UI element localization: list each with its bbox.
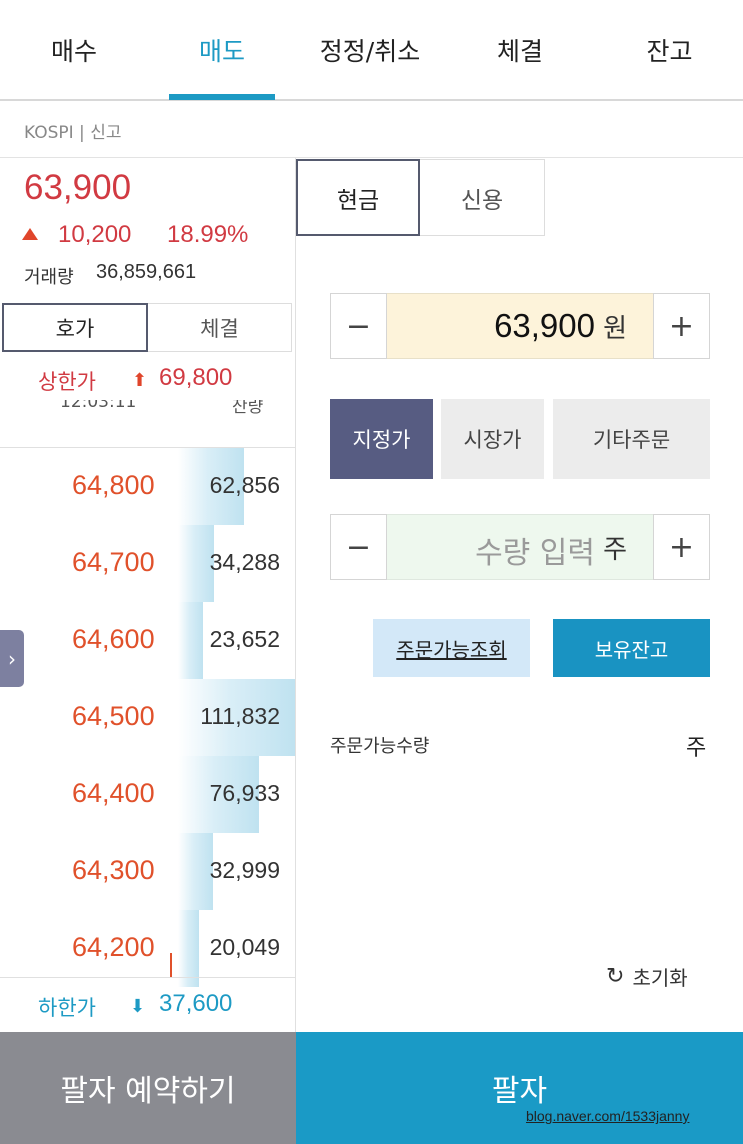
tab-buy[interactable]: 매수 <box>0 0 148 99</box>
order-tabs: 매수 매도 정정/취소 체결 잔고 <box>0 0 743 101</box>
quantity-unit: 주 <box>603 535 627 565</box>
holdings-button[interactable]: 보유잔고 <box>553 619 710 677</box>
current-price-marker <box>170 953 172 977</box>
chevron-right-icon: › <box>8 646 16 671</box>
up-triangle-icon <box>22 228 38 240</box>
ask-price: 64,600 <box>72 624 155 654</box>
ask-price: 64,200 <box>72 932 155 962</box>
change-rate: 18.99% <box>167 221 249 248</box>
divider <box>0 977 295 978</box>
reserve-sell-button[interactable]: 팔자 예약하기 <box>0 1032 296 1144</box>
price-increase-button[interactable]: + <box>653 293 710 359</box>
ask-price: 64,400 <box>72 778 155 808</box>
available-qty-label: 주문가능수량 <box>330 736 430 757</box>
upper-limit-label: 상한가 <box>38 370 96 394</box>
reset-button[interactable]: ↻ 초기화 <box>606 962 688 990</box>
ask-price: 64,800 <box>72 470 155 500</box>
quantity-stepper: − 수량 입력 주 + <box>330 514 710 580</box>
tab-modify-cancel[interactable]: 정정/취소 <box>296 0 444 99</box>
ask-qty: 62,856 <box>209 472 280 498</box>
book-remaining-label: 잔량 <box>232 400 264 414</box>
ask-price: 64,300 <box>72 855 155 885</box>
ask-qty: 23,652 <box>209 626 280 652</box>
book-tabs: 호가 체결 <box>2 303 292 352</box>
qty-decrease-button[interactable]: − <box>330 514 387 580</box>
qty-bar <box>178 602 203 679</box>
ask-row[interactable]: 64,400 76,933 <box>0 756 295 833</box>
market-label: KOSPI | 신고 <box>24 123 122 143</box>
available-qty-unit: 주 <box>686 736 707 761</box>
order-type-market[interactable]: 시장가 <box>441 399 544 479</box>
ask-price: 64,500 <box>72 701 155 731</box>
side-panel-toggle[interactable]: › <box>0 630 24 687</box>
volume-label: 거래량 <box>24 267 74 288</box>
current-price: 63,900 <box>24 168 132 207</box>
price-stepper: − 63,900 원 + <box>330 293 710 359</box>
sell-button[interactable]: 팔자 <box>296 1032 743 1144</box>
ask-row[interactable]: 64,300 32,999 <box>0 833 295 910</box>
watermark: blog.naver.com/1533janny <box>526 1108 690 1124</box>
price-input-value: 63,900 <box>494 307 595 344</box>
ask-row[interactable]: 64,600 23,652 <box>0 602 295 679</box>
tab-sell[interactable]: 매도 <box>148 0 296 99</box>
order-type-other[interactable]: 기타주문 <box>553 399 710 479</box>
arrow-up-icon: ⬆ <box>132 370 148 391</box>
ask-qty: 20,049 <box>209 934 280 960</box>
ask-qty: 32,999 <box>209 857 280 883</box>
qty-bar <box>178 910 199 987</box>
tab-trades[interactable]: 체결 <box>148 303 292 352</box>
tab-balance[interactable]: 잔고 <box>596 0 743 99</box>
tab-cash[interactable]: 현금 <box>296 159 420 236</box>
price-input[interactable]: 63,900 원 <box>387 293 653 359</box>
tab-executions[interactable]: 체결 <box>444 0 596 99</box>
qty-increase-button[interactable]: + <box>653 514 710 580</box>
ask-qty: 111,832 <box>200 703 280 729</box>
book-header-row: 12:03:11 잔량 <box>60 400 290 414</box>
tab-order-book[interactable]: 호가 <box>2 303 148 352</box>
upper-limit-value: 69,800 <box>159 364 233 391</box>
payment-tabs: 현금 신용 <box>296 159 545 236</box>
arrow-down-icon: ⬇ <box>130 996 146 1017</box>
price-decrease-button[interactable]: − <box>330 293 387 359</box>
qty-bar <box>178 833 213 910</box>
price-change: 10,200 <box>58 221 132 248</box>
column-divider <box>295 158 296 1032</box>
ask-price: 64,700 <box>72 547 155 577</box>
ask-row[interactable]: 64,500 111,832 <box>0 679 295 756</box>
quantity-placeholder: 수량 입력 <box>475 536 595 571</box>
check-available-button[interactable]: 주문가능조회 <box>373 619 530 677</box>
quantity-input[interactable]: 수량 입력 주 <box>387 514 653 580</box>
ask-row[interactable]: 64,800 62,856 <box>0 448 295 525</box>
ask-row[interactable]: 64,700 34,288 <box>0 525 295 602</box>
refresh-icon: ↻ <box>606 963 625 989</box>
reset-label: 초기화 <box>632 965 688 990</box>
lower-limit-label: 하한가 <box>38 996 96 1020</box>
price-unit: 원 <box>603 314 627 344</box>
lower-limit-value: 37,600 <box>159 990 233 1017</box>
tab-credit[interactable]: 신용 <box>420 159 545 236</box>
divider <box>0 157 743 158</box>
ask-qty: 34,288 <box>209 549 280 575</box>
qty-bar <box>178 525 214 602</box>
volume-value: 36,859,661 <box>96 261 197 283</box>
book-time: 12:03:11 <box>60 400 137 412</box>
ask-qty: 76,933 <box>209 780 280 806</box>
active-tab-indicator <box>169 94 275 100</box>
order-type-limit[interactable]: 지정가 <box>330 399 433 479</box>
ask-row[interactable]: 64,200 20,049 <box>0 910 295 987</box>
